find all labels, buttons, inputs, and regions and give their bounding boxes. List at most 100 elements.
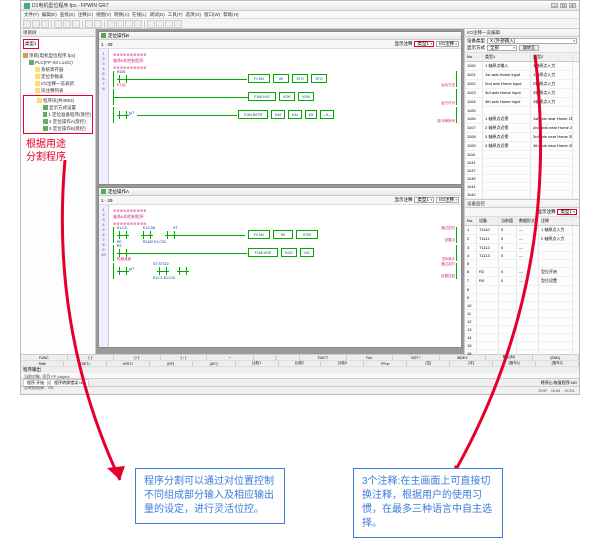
table-row[interactable]: 11083 轴原点近傍3rd axis near Home 3轴原点近傍 [465, 133, 579, 142]
fkey[interactable]: [字] [450, 361, 493, 366]
table-row[interactable]: 11033rd axis Home input3轴原点入力 [465, 89, 579, 98]
fkey[interactable]: (END) [533, 355, 580, 360]
table-row[interactable]: 11011st axis Home input1轴原点入力 [465, 71, 579, 80]
title-bar[interactable]: D1电机型位程序.fpx - FPWIN GR7 — ☐ X [21, 1, 579, 11]
param-box[interactable]: K5 [305, 110, 317, 119]
tool-button[interactable] [85, 20, 93, 28]
ladder-editor-b[interactable]: 12345678 ※※※※※※※※※※ 轴承B的控制程序 ※※※※※※※※※※ … [99, 49, 461, 184]
menu-file[interactable]: 文件(F) [24, 12, 39, 18]
param-box[interactable]: KON [298, 92, 314, 101]
menu-search[interactable]: 查找(S) [60, 12, 75, 18]
device-type-combo[interactable]: X (外部输入) [487, 38, 577, 44]
fkey[interactable]: 比较1 [236, 361, 279, 366]
tree-plc[interactable]: PLC(FP-X0 L14/C) [35, 59, 73, 66]
fkey[interactable]: [指令2] [536, 361, 579, 366]
monitor-type-combo[interactable]: 类型1 [557, 209, 577, 215]
tree-node[interactable]: 显示方式设置 [49, 104, 76, 111]
menu-window[interactable]: 窗口(W) [204, 12, 220, 18]
function-box[interactable]: F1 MV [248, 74, 270, 83]
table-row[interactable]: 4T11130--- [465, 252, 579, 260]
doc-title-bar[interactable]: 定位操作B [99, 32, 461, 40]
menu-options[interactable]: 选项(O) [186, 12, 202, 18]
table-row[interactable]: 6R20---型位开始 [465, 268, 579, 277]
io-comment-table[interactable]: No.类型1类型2 11001 轴原点输入1轴原点入力11011st axis … [465, 53, 579, 199]
ladder-rung[interactable]: R2 机器减速 F166 HOS KGG HO 型B单元 [113, 245, 457, 261]
fkey[interactable]: ┤├ [68, 355, 115, 360]
contact-icon[interactable] [119, 231, 127, 239]
output-tab[interactable]: 程序转换错误 NG [50, 379, 89, 386]
table-row[interactable]: 7R00---型位设置 [465, 277, 579, 286]
menu-edit[interactable]: 编辑(E) [42, 12, 57, 18]
contact-icon[interactable] [119, 75, 127, 83]
menu-comment[interactable]: 注释(C) [78, 12, 93, 18]
tree-node[interactable]: 2 定位操作A(受控) [49, 118, 86, 125]
tool-button[interactable] [63, 20, 71, 28]
fkey[interactable]: ─ [207, 355, 254, 360]
table-row[interactable]: 14 [465, 334, 579, 342]
table-row[interactable]: 5 [465, 260, 579, 268]
table-row[interactable]: 3T11120--- [465, 244, 579, 252]
fkey[interactable]: [位] [407, 361, 450, 366]
table-row[interactable]: 1T11100---1 轴原点入力 [465, 226, 579, 235]
tree-node[interactable]: 定位参数表 [41, 73, 64, 80]
fkey[interactable]: <RST> [107, 361, 150, 366]
contact-icon[interactable] [143, 231, 151, 239]
fkey[interactable]: (DF/) [193, 361, 236, 366]
fkey[interactable]: <SET> [64, 361, 107, 366]
table-row[interactable]: 1110 [465, 151, 579, 159]
param-box[interactable]: K34 [271, 110, 285, 119]
minimize-button[interactable]: — [551, 3, 558, 8]
table-row[interactable]: 11072 轴原点近傍2nd axis near Home 2轴原点近傍 [465, 124, 579, 133]
param-box[interactable]: H0 [273, 74, 289, 83]
table-row[interactable]: 2T11110---2 轴原点入力 [465, 235, 579, 244]
tree-node[interactable]: 3 定位操作B(受控) [49, 125, 86, 132]
fkey[interactable]: PFun [364, 361, 407, 366]
display-combo[interactable]: 全部 [487, 45, 517, 51]
contact-icon[interactable] [167, 231, 175, 239]
fkey[interactable]: Shift [21, 361, 64, 366]
table-row[interactable]: 1137 [465, 167, 579, 175]
tree-node[interactable]: 1 定位准备程序(受控) [48, 111, 91, 118]
param-box[interactable]: K34 [288, 110, 302, 119]
param-box[interactable]: KGG [281, 248, 297, 257]
doc-title-bar[interactable]: 定位操作A [99, 188, 461, 196]
menu-help[interactable]: 帮助(H) [223, 12, 238, 18]
tool-button[interactable] [125, 20, 133, 28]
ladder-rung[interactable]: (pT ST ST110 E1:C1 E1:C10 通过定时 设置控制 [113, 263, 457, 279]
table-row[interactable]: 15 [465, 342, 579, 350]
menu-debug[interactable]: 调试(D) [150, 12, 165, 18]
ladder-rung[interactable]: E1:C0 E1:C0A ST F0 MV H0 ST00 通过定时 设置点 [113, 227, 457, 243]
tree-root[interactable]: 项目(电机型位程序.fpx) [29, 52, 75, 59]
menu-tools[interactable]: 工具(T) [168, 12, 183, 18]
fkey[interactable]: │ [254, 355, 301, 360]
table-row[interactable]: 11 [465, 310, 579, 318]
tree-node[interactable]: 系统寄存器 [41, 66, 64, 73]
param-box[interactable]: KOK [279, 92, 295, 101]
tool-button[interactable] [116, 20, 124, 28]
fkey[interactable]: 比较2 [279, 361, 322, 366]
param-box[interactable]: —S— [320, 110, 334, 119]
table-row[interactable]: 10 [465, 302, 579, 310]
tool-button[interactable] [147, 20, 155, 28]
fkey[interactable]: FUNC [21, 355, 68, 360]
function-box[interactable]: F0 MV [248, 230, 270, 239]
device-monitor-table[interactable]: No.设备当前值数据形式注释 1T11100---1 轴原点入力2T11110-… [465, 217, 579, 358]
table-row[interactable]: 1131 [465, 159, 579, 167]
param-box[interactable]: STO [311, 74, 327, 83]
tool-button[interactable] [156, 20, 164, 28]
function-box[interactable]: F166 HLS [248, 92, 276, 101]
fkey[interactable]: INDEX [440, 355, 487, 360]
contact-icon[interactable] [119, 111, 127, 119]
tool-button[interactable] [174, 20, 182, 28]
param-box[interactable]: H0 [273, 230, 293, 239]
table-row[interactable]: 11044th axis Home input4轴原点入力 [465, 98, 579, 107]
tool-button[interactable] [134, 20, 142, 28]
tool-button[interactable] [94, 20, 102, 28]
table-row[interactable]: 9 [465, 294, 579, 302]
contact-icon[interactable] [119, 249, 127, 257]
tree-node[interactable]: I/O注释一览表新 [41, 80, 74, 87]
close-button[interactable]: X [569, 3, 576, 8]
ladder-editor-a[interactable]: 12345678910 ※※※※※※※※※※ 轴承A的控制程序 ※※※※※※※※… [99, 205, 461, 347]
tree-node[interactable]: 块注释列表 [41, 87, 64, 94]
contact-icon[interactable] [159, 267, 167, 275]
